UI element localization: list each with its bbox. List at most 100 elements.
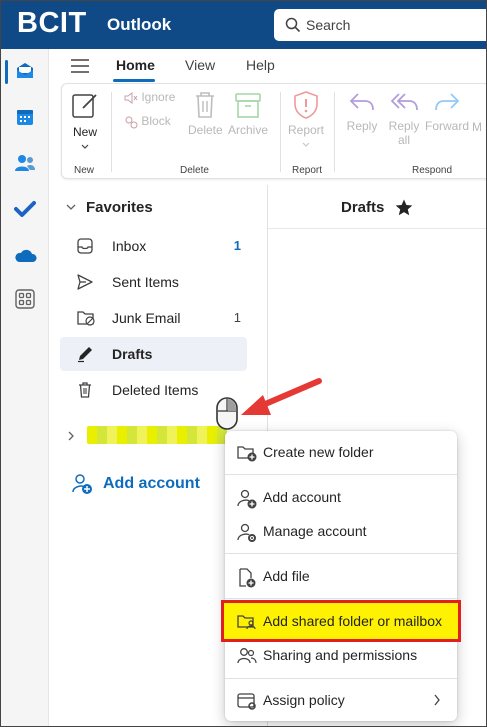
menu-item-sharing-permissions[interactable]: Sharing and permissions: [225, 638, 457, 672]
chevron-down-icon[interactable]: [66, 203, 76, 211]
folder-item-drafts[interactable]: Drafts: [60, 337, 247, 371]
delete-label: Delete: [188, 123, 223, 137]
add-account-link[interactable]: Add account: [71, 473, 200, 500]
reply-icon: [349, 93, 374, 111]
search-box[interactable]: Search: [274, 9, 486, 41]
archive-button[interactable]: Archive: [226, 90, 270, 137]
add-account-label: Add account: [103, 475, 200, 492]
top-bar: BCIT Outlook Search: [1, 1, 486, 49]
app-rail: [1, 49, 49, 726]
menu-separator: [225, 598, 457, 599]
favorites-header[interactable]: Favorites: [86, 199, 153, 216]
folder-label: Junk Email: [112, 310, 181, 326]
person-add-icon: [237, 489, 257, 509]
forward-button[interactable]: Forward: [424, 90, 470, 133]
more-button[interactable]: M: [470, 120, 484, 134]
person-add-icon: [72, 474, 92, 494]
menu-separator: [225, 553, 457, 554]
block-button[interactable]: Block: [124, 114, 184, 129]
folder-item-inbox[interactable]: Inbox 1: [60, 229, 247, 263]
brand-logo[interactable]: BCIT: [17, 7, 87, 40]
menu-item-add-file[interactable]: Add file: [225, 559, 457, 593]
reply-label: Reply: [346, 119, 378, 133]
search-placeholder: Search: [306, 17, 351, 33]
rail-people[interactable]: [1, 143, 49, 183]
folder-item-sent[interactable]: Sent Items: [60, 265, 247, 299]
mute-icon: [124, 91, 138, 104]
tab-help[interactable]: Help: [246, 57, 275, 73]
trash-icon: [196, 92, 214, 118]
chevron-down-icon: [81, 144, 89, 149]
forward-icon: [435, 93, 460, 111]
trash-icon: [79, 382, 91, 398]
menu-label: Add file: [263, 568, 310, 584]
outlook-window: BCIT Outlook Search Home View Help New N…: [0, 0, 487, 727]
pencil-icon: [78, 347, 92, 363]
chevron-down-icon: [302, 142, 310, 147]
archive-icon: [235, 93, 261, 118]
rail-mail[interactable]: [1, 51, 49, 91]
cloud-icon: [15, 249, 37, 262]
active-indicator: [5, 60, 8, 84]
apps-grid-icon: [15, 289, 35, 309]
rail-todo[interactable]: [1, 189, 49, 229]
reply-button[interactable]: Reply: [342, 90, 382, 133]
app-name[interactable]: Outlook: [107, 15, 171, 35]
reply-all-label-2: all: [397, 133, 410, 147]
tab-home[interactable]: Home: [116, 57, 155, 73]
account-name-redacted[interactable]: [87, 426, 227, 444]
search-icon: [285, 17, 301, 33]
compose-icon: [72, 94, 97, 118]
ignore-button[interactable]: Ignore: [124, 90, 184, 104]
person-settings-icon: [237, 523, 256, 542]
reply-all-button[interactable]: Reply all: [384, 90, 424, 147]
delete-button[interactable]: Delete: [188, 90, 223, 137]
more-label: M: [472, 120, 482, 134]
menu-separator: [225, 474, 457, 475]
chevron-right-icon: [434, 694, 440, 706]
star-icon[interactable]: [395, 199, 413, 216]
ribbon: New New Ignore Block Delete Archive Dele…: [61, 83, 486, 179]
folder-label: Deleted Items: [112, 382, 199, 398]
group-label-delete: Delete: [180, 165, 209, 176]
block-icon: [125, 116, 138, 129]
ribbon-separator: [280, 92, 281, 172]
rail-apps[interactable]: [1, 279, 49, 319]
menu-separator: [225, 678, 457, 679]
chevron-right-icon[interactable]: [67, 431, 75, 441]
new-button[interactable]: New: [68, 90, 102, 153]
file-add-icon: [239, 568, 256, 588]
send-icon: [77, 274, 93, 290]
group-label-new: New: [74, 165, 95, 176]
policy-icon: [237, 693, 256, 710]
menu-item-assign-policy[interactable]: Assign policy: [225, 683, 457, 717]
ribbon-tabs: Home View Help: [49, 49, 486, 83]
folder-item-junk[interactable]: Junk Email 1: [60, 301, 247, 335]
menu-item-add-account[interactable]: Add account: [225, 480, 457, 514]
rail-onedrive[interactable]: [1, 235, 49, 275]
archive-label: Archive: [227, 123, 268, 137]
shield-icon: [294, 91, 318, 119]
menu-item-manage-account[interactable]: Manage account: [225, 514, 457, 548]
menu-label: Add shared folder or mailbox: [263, 613, 442, 629]
checkmark-icon: [14, 201, 36, 217]
menu-label: Sharing and permissions: [263, 647, 418, 663]
reply-all-label-1: Reply: [388, 119, 420, 133]
ribbon-separator: [334, 92, 335, 172]
group-label-report: Report: [292, 165, 323, 176]
folder-item-deleted[interactable]: Deleted Items: [60, 373, 247, 407]
ignore-label: Ignore: [141, 90, 176, 104]
junk-folder-icon: [77, 311, 95, 326]
report-label: Report: [287, 123, 325, 137]
people-icon: [15, 155, 35, 171]
menu-item-create-new-folder[interactable]: Create new folder: [225, 435, 457, 469]
group-label-respond: Respond: [412, 165, 453, 176]
report-button[interactable]: Report: [286, 90, 326, 151]
message-list-header: Drafts: [268, 185, 486, 229]
rail-calendar[interactable]: [1, 97, 49, 137]
tab-underline: [113, 79, 155, 82]
menu-item-add-shared-folder[interactable]: Add shared folder or mailbox: [221, 600, 461, 642]
tab-view[interactable]: View: [185, 57, 215, 73]
folder-add-icon: [237, 446, 257, 462]
hamburger-icon[interactable]: [71, 59, 89, 73]
